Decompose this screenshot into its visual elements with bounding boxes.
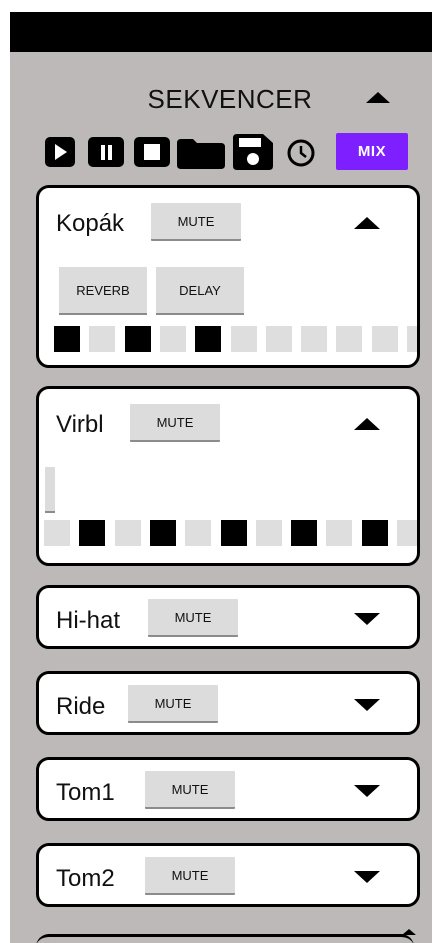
step-cell[interactable] [407,326,417,352]
track-card-hihat: Hi-hat MUTE [36,585,420,649]
step-cell[interactable] [195,326,222,352]
track-name: Kopák [56,210,125,237]
step-cell[interactable] [159,326,186,352]
reverb-button[interactable]: REVERB [59,267,147,315]
sequencer-screen: SEKVENCER MIX Kopák MUTE REVERB DELAY Vi… [10,12,432,943]
next-track-card-edge [36,934,414,943]
track-name: Tom2 [56,865,115,892]
track-card-virbl: Virbl MUTE [36,386,420,566]
step-cell[interactable] [371,326,398,352]
collapse-all-arrow-icon[interactable] [366,92,390,103]
step-cell[interactable] [89,326,116,352]
mute-button[interactable]: MUTE [130,404,220,442]
expand-arrow-icon[interactable] [354,699,380,711]
track-name: Ride [56,693,106,720]
page-title: SEKVENCER [147,84,313,114]
step-cell[interactable] [44,520,70,546]
expand-arrow-icon[interactable] [354,871,380,883]
step-cell[interactable] [220,520,247,546]
step-cell[interactable] [54,326,80,352]
step-cell[interactable] [291,520,318,546]
status-bar [10,12,432,52]
pause-icon[interactable] [88,137,124,167]
step-cell[interactable] [114,520,141,546]
play-icon[interactable] [45,137,75,167]
mute-button[interactable]: MUTE [148,599,238,637]
step-cell[interactable] [326,520,353,546]
mix-button[interactable]: MIX [336,133,408,170]
save-icon[interactable] [233,134,273,170]
collapse-arrow-icon[interactable] [354,217,380,229]
folder-icon[interactable] [177,139,225,169]
step-cell[interactable] [149,520,176,546]
track-name: Virbl [56,411,104,438]
mute-button[interactable]: MUTE [128,685,218,723]
step-cell[interactable] [265,326,292,352]
track-name: Tom1 [56,779,115,806]
step-cell[interactable] [361,520,388,546]
step-cell[interactable] [255,520,282,546]
delay-button[interactable]: DELAY [156,267,244,315]
clock-icon[interactable] [286,138,316,168]
track-card-kopak: Kopák MUTE REVERB DELAY [36,185,420,368]
step-cell[interactable] [79,520,106,546]
track-name: Hi-hat [56,607,121,634]
scroll-up-arrow-icon[interactable] [402,929,416,935]
stop-icon[interactable] [134,137,170,167]
step-cell[interactable] [301,326,328,352]
step-cell[interactable] [124,326,151,352]
mute-button[interactable]: MUTE [145,857,235,895]
track-card-tom1: Tom1 MUTE [36,757,420,821]
track-card-ride: Ride MUTE [36,671,420,735]
step-cell[interactable] [185,520,212,546]
step-cell[interactable] [336,326,363,352]
collapse-arrow-icon[interactable] [354,418,380,430]
step-cell[interactable] [397,520,417,546]
mute-button[interactable]: MUTE [145,771,235,809]
step-cell[interactable] [230,326,257,352]
mute-button[interactable]: MUTE [151,203,241,241]
expand-arrow-icon[interactable] [354,613,380,625]
volume-slider[interactable] [45,467,55,513]
track-card-tom2: Tom2 MUTE [36,843,420,907]
expand-arrow-icon[interactable] [354,785,380,797]
